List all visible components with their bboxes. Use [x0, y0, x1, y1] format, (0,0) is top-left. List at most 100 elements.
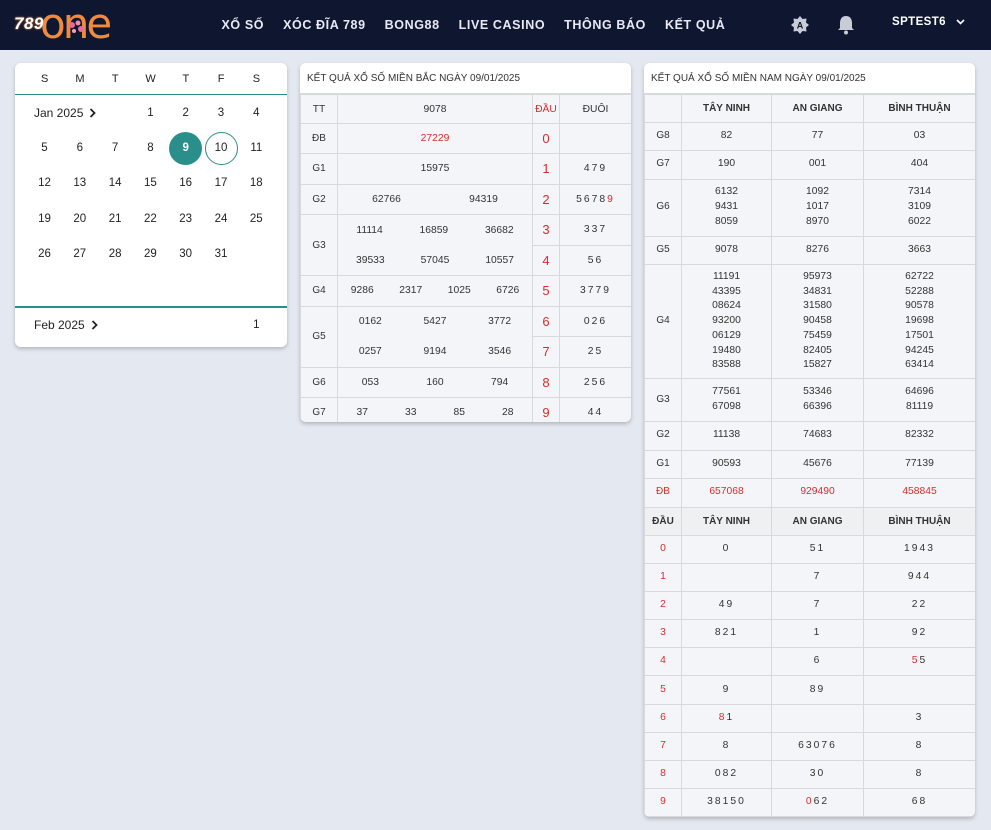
calendar-day[interactable]: 7 [99, 132, 132, 165]
calendar-day[interactable]: 31 [205, 238, 238, 271]
prize-number: 28 [502, 407, 514, 419]
calendar-day[interactable]: 12 [28, 167, 61, 200]
loto-tail: 3779 [559, 275, 631, 307]
month-feb-header[interactable]: Feb 2025 [34, 318, 98, 332]
month-jan-header[interactable]: Jan 2025 [34, 106, 97, 120]
nav-link-4[interactable]: THÔNG BÁO [564, 18, 646, 32]
loto-tail: 81 [681, 703, 772, 733]
prize-cell: 82332 [863, 421, 975, 451]
loto-tail: 55 [863, 647, 975, 677]
calendar-day[interactable]: 22 [134, 203, 167, 236]
loto-tail: 63076 [771, 731, 864, 762]
loto-tail: 30 [771, 759, 864, 790]
calendar-day[interactable]: 10 [204, 132, 238, 166]
prize-number: 63414 [905, 359, 934, 371]
loto-head: 6 [532, 305, 560, 337]
col-dau: ĐẦU [644, 506, 682, 536]
nav-link-5[interactable]: KẾT QUẢ [665, 18, 725, 32]
prize-line: 9286 2317 1025 6726 [338, 276, 532, 306]
calendar-day[interactable]: 13 [63, 167, 96, 200]
prize-number: 37 [356, 407, 368, 419]
calendar-day[interactable]: 1 [134, 97, 167, 130]
calendar-day[interactable]: 21 [99, 203, 132, 236]
calendar-day[interactable]: 28 [99, 238, 132, 271]
tail-digits-red: 0 [805, 796, 814, 808]
user-menu[interactable]: SPTEST6 [892, 16, 965, 28]
calendar-day[interactable]: 18 [240, 167, 273, 200]
tail-digits: 68 [911, 796, 928, 808]
prize-number: 85 [453, 407, 465, 419]
prize-label: ĐB [300, 123, 338, 154]
translate-icon[interactable]: A [788, 13, 812, 37]
brand-logo[interactable]: one 789 [12, 0, 116, 48]
prize-cell: 8276 [771, 235, 864, 265]
loto-tail: 56789 [559, 183, 631, 215]
calendar-day[interactable]: 29 [134, 238, 167, 271]
calendar-day[interactable]: 27 [63, 238, 96, 271]
loto-tail: 22 [863, 590, 975, 621]
prize-cell: 74683 [771, 421, 864, 451]
tail-digits: 63076 [798, 740, 837, 751]
tail-digits: 8 [722, 740, 731, 751]
loto-head: 2 [532, 183, 560, 215]
nav-link-3[interactable]: LIVE CASINO [459, 18, 545, 32]
calendar-day[interactable]: 19 [28, 203, 61, 236]
province-header: TÂY NINH [681, 94, 772, 123]
loto-tail: 082 [681, 759, 772, 790]
calendar-day[interactable]: 16 [169, 167, 202, 200]
calendar-day[interactable]: 6 [63, 132, 96, 165]
calendar-day[interactable]: 26 [28, 238, 61, 271]
prize-number: 95973 [803, 270, 832, 282]
prize-cell: 11138 [681, 421, 772, 451]
calendar-day[interactable]: 2 [169, 97, 202, 130]
calendar-day[interactable]: 17 [205, 167, 238, 200]
prize-number: 3772 [488, 316, 512, 327]
prize-cell: 9078 [681, 235, 772, 265]
prize-number: 15975 [420, 163, 450, 175]
calendar-day[interactable]: 4 [240, 97, 273, 130]
tail-digits: 56 [587, 254, 604, 266]
loto-head: 2 [644, 590, 682, 621]
prize-number: 53346 [803, 386, 832, 398]
tail-digits: 38150 [707, 796, 746, 808]
loto-tail: 89 [771, 675, 864, 705]
tail-digits: 9 [722, 683, 731, 695]
tail-digits: 6 [813, 655, 822, 667]
calendar-day[interactable]: 1 [240, 309, 273, 342]
prize-number: 52288 [905, 285, 934, 297]
prize-number: 77139 [905, 457, 934, 469]
prize-number: 3663 [908, 243, 931, 255]
chevron-right-icon [90, 108, 97, 118]
loto-head: 0 [532, 123, 560, 154]
calendar-day[interactable]: 24 [205, 203, 238, 236]
prize-number: 9078 [715, 243, 738, 255]
prize-label: G5 [300, 305, 338, 368]
loto-tail [863, 675, 975, 705]
calendar-day[interactable]: 20 [63, 203, 96, 236]
tail-digits: 944 [907, 570, 932, 582]
nav-link-2[interactable]: BONG88 [385, 18, 440, 32]
bell-icon[interactable] [834, 13, 858, 37]
date-picker: SMTWTFS Jan 2025 1 2 3 4 5 6 7 8 9 10 11 12 13 14 15 16… [15, 63, 287, 347]
prize-cell: 45676 [771, 449, 864, 479]
calendar-day[interactable]: 3 [205, 97, 238, 130]
calendar-day[interactable]: 15 [134, 167, 167, 200]
nav-link-0[interactable]: XỔ SỐ [222, 18, 265, 32]
calendar-day[interactable]: 14 [99, 167, 132, 200]
prize-number: 67098 [712, 401, 741, 412]
prize-number: 43395 [712, 285, 741, 297]
calendar-day[interactable]: 5 [28, 132, 61, 165]
tail-digits: 7 [813, 570, 822, 582]
calendar-day[interactable]: 9 [169, 132, 203, 166]
calendar-day[interactable]: 11 [240, 132, 273, 165]
month-divider [15, 306, 287, 308]
prize-number: 19698 [905, 315, 934, 327]
calendar-day[interactable]: 25 [240, 203, 273, 236]
loto-tail: 337 [559, 214, 631, 246]
calendar-day[interactable]: 8 [134, 132, 167, 165]
nav-link-1[interactable]: XÓC ĐĨA 789 [283, 18, 366, 32]
calendar-day[interactable]: 30 [169, 238, 202, 271]
calendar-day[interactable]: 23 [169, 203, 202, 236]
prize-cell: 03 [863, 122, 975, 151]
prize-values: 37 33 85 28 [337, 397, 533, 422]
